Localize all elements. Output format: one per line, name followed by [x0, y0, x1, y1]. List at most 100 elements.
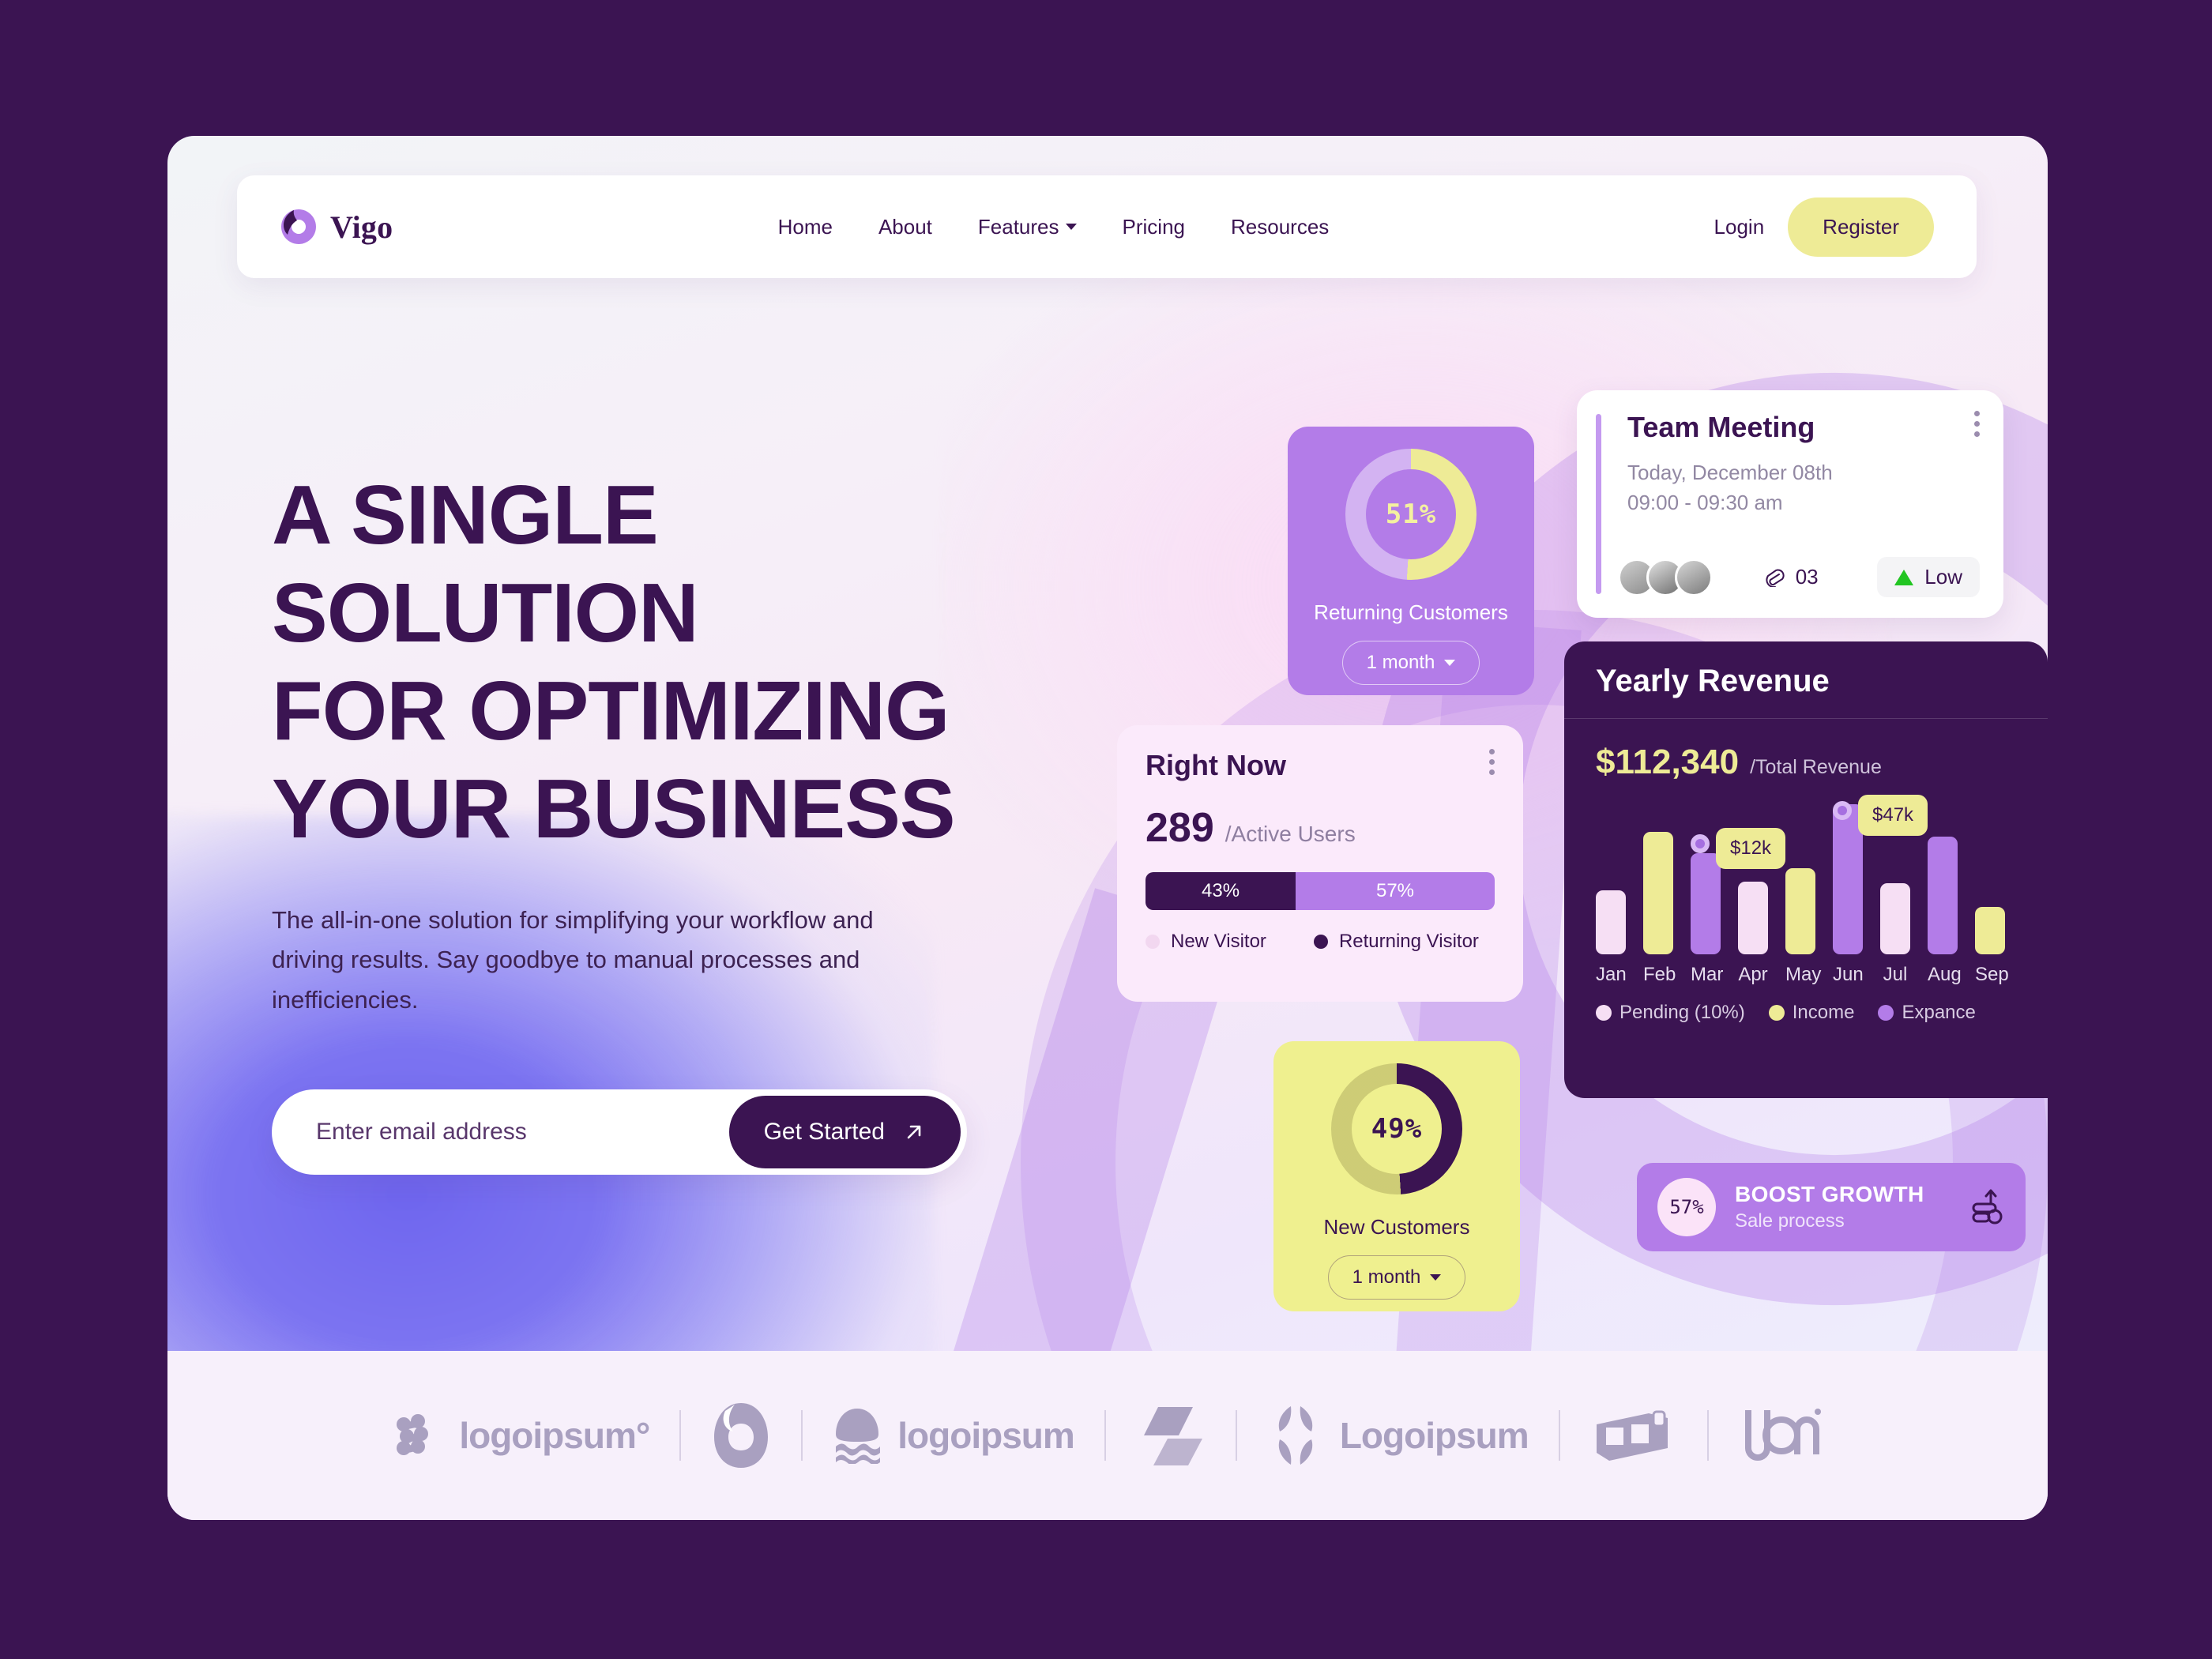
chart-bar	[1596, 890, 1626, 954]
right-now-card: Right Now 289 /Active Users 43% 57% New …	[1117, 725, 1523, 1002]
chart-x-axis: Jan Feb Mar Apr May Jun Jul Aug Sep	[1596, 964, 2048, 986]
get-started-label: Get Started	[763, 1118, 885, 1145]
chart-x-tick: Feb	[1643, 964, 1676, 985]
chart-x-tick: Jan	[1596, 964, 1627, 985]
partner-logo-1: logoipsum°	[363, 1410, 679, 1461]
new-customers-donut: 49%	[1331, 1063, 1462, 1194]
chevron-down-icon	[1444, 660, 1456, 666]
chart-x-tick: Sep	[1975, 964, 2009, 985]
nav-item-label: Home	[777, 214, 833, 239]
returning-customers-percent: 51%	[1385, 498, 1437, 530]
headline-line-1: A SINGLE	[272, 468, 659, 562]
boost-growth-title: BOOST GROWTH	[1735, 1182, 1924, 1206]
partner-logo-6	[1560, 1404, 1707, 1467]
arrow-up-right-icon	[907, 1125, 921, 1139]
legend-label: Returning Visitor	[1338, 931, 1479, 952]
visitor-split-bar: 43% 57%	[1146, 872, 1495, 910]
chart-annotation-jun: $47k	[1858, 795, 1928, 836]
visitor-split-left: 43%	[1146, 872, 1296, 910]
legend-item-new-visitor: New Visitor	[1146, 931, 1266, 953]
nav-links: Home About Features Pricing Resources	[778, 215, 1330, 239]
new-customers-range-select[interactable]: 1 month	[1327, 1255, 1466, 1300]
nav-item-home[interactable]: Home	[778, 215, 833, 239]
login-link[interactable]: Login	[1714, 215, 1765, 239]
status-badge: Low	[1877, 557, 1980, 597]
chart-x-tick: May	[1785, 964, 1822, 985]
chevron-down-icon	[1065, 224, 1077, 230]
page-title: A SINGLE SOLUTION FOR OPTIMIZING YOUR BU…	[272, 466, 1109, 858]
boost-growth-badge: 57%	[1657, 1178, 1716, 1236]
attachment-count-label: 03	[1795, 565, 1819, 589]
boxes-icon	[1596, 1410, 1668, 1461]
wave-egg-icon	[836, 1409, 881, 1464]
nav-item-label: About	[878, 214, 932, 239]
visitor-split-right: 57%	[1296, 872, 1495, 910]
clover-icon	[1278, 1406, 1313, 1465]
chart-bar	[1975, 907, 2005, 954]
visitor-legend: New Visitor Returning Visitor	[1146, 931, 1495, 953]
headline-line-4: YOUR BUSINESS	[272, 762, 956, 856]
nav-item-about[interactable]: About	[878, 215, 932, 239]
vigo-ring-icon	[280, 208, 318, 246]
legend-label: Pending (10%)	[1620, 1002, 1745, 1023]
returning-customers-donut: 51%	[1345, 449, 1477, 580]
partner-logo-2	[681, 1400, 801, 1471]
team-meeting-footer: 03 Low	[1618, 557, 1980, 597]
nav-item-label: Features	[977, 214, 1059, 239]
nav-item-label: Pricing	[1122, 214, 1185, 239]
divider	[1564, 718, 2048, 719]
get-started-button[interactable]: Get Started	[728, 1095, 961, 1168]
team-meeting-title: Team Meeting	[1627, 411, 1815, 443]
chart-legend: Pending (10%) Income Expance	[1596, 1002, 2048, 1024]
nav-item-pricing[interactable]: Pricing	[1123, 215, 1185, 239]
chart-x-tick: Jul	[1883, 964, 1908, 985]
total-revenue-metric: $112,340 /Total Revenue	[1596, 743, 2048, 782]
partner-logo-4	[1106, 1404, 1236, 1467]
priority-label: Low	[1924, 565, 1962, 589]
new-customers-title: New Customers	[1323, 1215, 1470, 1239]
nav-item-label: Resources	[1231, 214, 1330, 239]
nav-item-features[interactable]: Features	[978, 215, 1077, 239]
headline-line-3: FOR OPTIMIZING	[272, 664, 950, 758]
boost-growth-text: BOOST GROWTH Sale process	[1735, 1182, 1924, 1232]
avatar	[1675, 558, 1713, 596]
partner-logo-7	[1709, 1404, 1853, 1467]
brand-logo[interactable]: Vigo	[280, 208, 393, 246]
molecule-icon	[397, 1414, 429, 1455]
nav-actions: Login Register	[1714, 197, 1934, 257]
active-users-value: 289	[1146, 805, 1214, 851]
returning-customers-title: Returning Customers	[1314, 600, 1508, 624]
app-frame: logoipsum° logoipsum Logoipsum Vigo Home…	[167, 136, 2048, 1520]
partner-logo-strip: logoipsum° logoipsum Logoipsum	[167, 1351, 2048, 1520]
new-customers-card: 49% New Customers 1 month	[1273, 1041, 1520, 1311]
brand-name: Vigo	[330, 209, 393, 245]
register-button[interactable]: Register	[1788, 197, 1934, 257]
total-revenue-value: $112,340	[1596, 743, 1740, 781]
partner-logo-3: logoipsum	[803, 1407, 1104, 1464]
email-input[interactable]	[316, 1118, 695, 1146]
partner-logo-word: Logoipsum	[1339, 1415, 1529, 1456]
chart-x-tick: Apr	[1738, 964, 1768, 985]
chart-bar	[1643, 832, 1673, 954]
chart-point-mar	[1691, 834, 1710, 853]
more-vertical-icon[interactable]	[1489, 749, 1495, 775]
growth-arrow-icon	[1969, 1187, 2005, 1228]
ring-drop-icon	[714, 1403, 769, 1468]
attachment-count: 03	[1762, 565, 1819, 589]
range-label: 1 month	[1366, 652, 1435, 673]
slash-blocks-icon	[1143, 1407, 1202, 1465]
chart-x-tick: Jun	[1833, 964, 1864, 985]
chart-bar	[1738, 882, 1768, 954]
legend-label: Expance	[1902, 1002, 1976, 1023]
nav-item-resources[interactable]: Resources	[1231, 215, 1329, 239]
loop-word-icon	[1744, 1409, 1821, 1461]
legend-item-income: Income	[1768, 1002, 1854, 1024]
partner-logo-word: logoipsum	[897, 1415, 1075, 1456]
more-vertical-icon[interactable]	[1974, 411, 1980, 437]
total-revenue-caption: /Total Revenue	[1750, 756, 1882, 778]
returning-customers-range-select[interactable]: 1 month	[1341, 641, 1480, 685]
partner-logo-5: Logoipsum	[1237, 1405, 1559, 1466]
boost-growth-card[interactable]: 57% BOOST GROWTH Sale process	[1637, 1163, 2026, 1251]
headline-line-2: SOLUTION	[272, 566, 699, 660]
legend-item-returning-visitor: Returning Visitor	[1313, 931, 1479, 953]
